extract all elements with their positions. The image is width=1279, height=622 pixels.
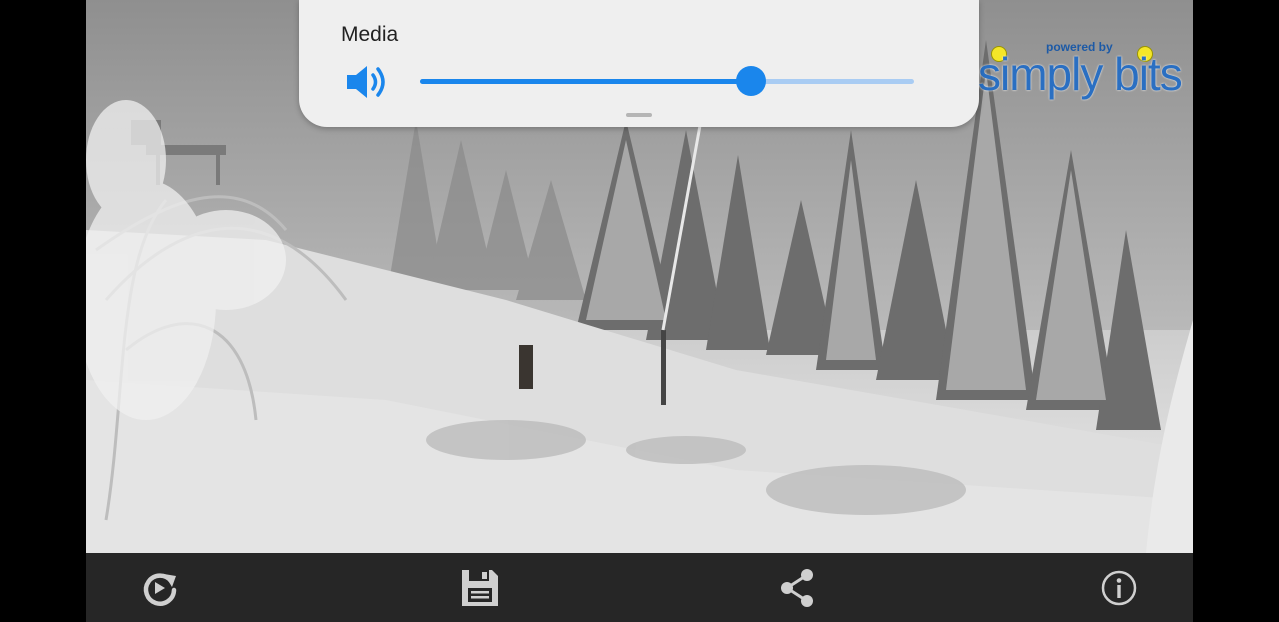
bottom-toolbar	[86, 553, 1193, 622]
info-icon	[1101, 570, 1137, 606]
volume-slider-thumb[interactable]	[735, 66, 766, 96]
share-icon	[781, 569, 813, 607]
media-volume-label: Media	[341, 23, 399, 46]
save-button[interactable]	[456, 565, 504, 611]
panel-drag-handle[interactable]	[626, 113, 652, 117]
refresh-button[interactable]	[136, 565, 184, 611]
watermark-brand: simply bits	[978, 48, 1183, 100]
info-button[interactable]	[1095, 565, 1143, 611]
volume-slider-fill	[420, 79, 751, 84]
refresh-icon	[143, 573, 177, 606]
media-volume-slider[interactable]	[420, 66, 914, 96]
simplybits-watermark: powered by simply bits	[978, 40, 1188, 110]
share-button[interactable]	[773, 565, 821, 611]
floppy-disk-icon	[462, 570, 498, 606]
phone-screen: powered by simply bits Media	[0, 0, 1279, 622]
speaker-icon[interactable]	[345, 64, 391, 100]
media-volume-panel: Media	[299, 0, 979, 127]
